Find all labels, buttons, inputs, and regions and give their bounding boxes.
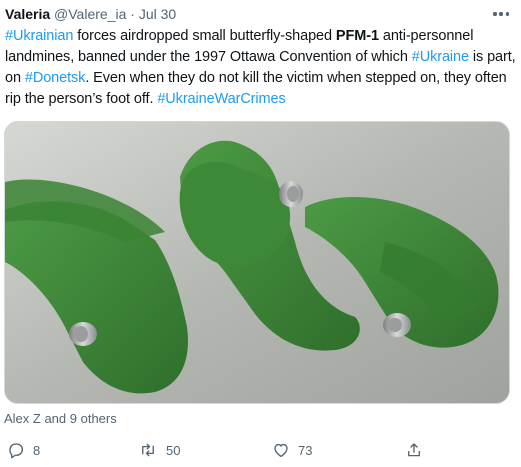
share-icon <box>408 443 420 457</box>
hashtag-ukraine[interactable]: #Ukraine <box>412 49 469 65</box>
author-handle[interactable]: @Valere_ia <box>54 6 126 22</box>
tweet-header: Valeria @Valere_ia · Jul 30 <box>5 4 491 24</box>
like-count: 73 <box>298 442 313 458</box>
tweet-actions: 8 50 73 <box>0 436 521 464</box>
author-name[interactable]: Valeria <box>5 6 50 22</box>
share-button[interactable] <box>405 436 423 464</box>
tweet-text-bold: PFM-1 <box>335 28 379 44</box>
more-icon[interactable] <box>493 8 509 20</box>
hashtag-ukrainewarcrimes[interactable]: #UkraineWarCrimes <box>157 91 285 107</box>
reply-icon <box>9 443 24 459</box>
like-icon <box>274 443 288 458</box>
tweet-text: #Ukrainian forces airdropped small butte… <box>5 26 517 110</box>
tweet-date[interactable]: Jul 30 <box>139 6 176 22</box>
header-separator: · <box>130 6 135 22</box>
retweet-count: 50 <box>166 442 181 458</box>
tweet-photo[interactable] <box>4 121 510 404</box>
hashtag-ukrainian[interactable]: #Ukrainian <box>5 28 73 44</box>
retweet-icon <box>142 443 154 457</box>
landmine-photo-illustration <box>5 122 509 403</box>
reply-button[interactable]: 8 <box>7 436 40 464</box>
reply-count: 8 <box>33 442 41 458</box>
tweet[interactable]: Valeria @Valere_ia · Jul 30 #Ukrainian f… <box>0 0 521 467</box>
liked-by[interactable]: Alex Z and 9 others <box>4 411 117 426</box>
like-button[interactable]: 73 <box>272 436 312 464</box>
hashtag-donetsk[interactable]: #Donetsk <box>25 70 86 86</box>
retweet-button[interactable]: 50 <box>138 436 180 464</box>
tweet-text-segment: forces airdropped small butterfly-shaped <box>73 28 336 44</box>
